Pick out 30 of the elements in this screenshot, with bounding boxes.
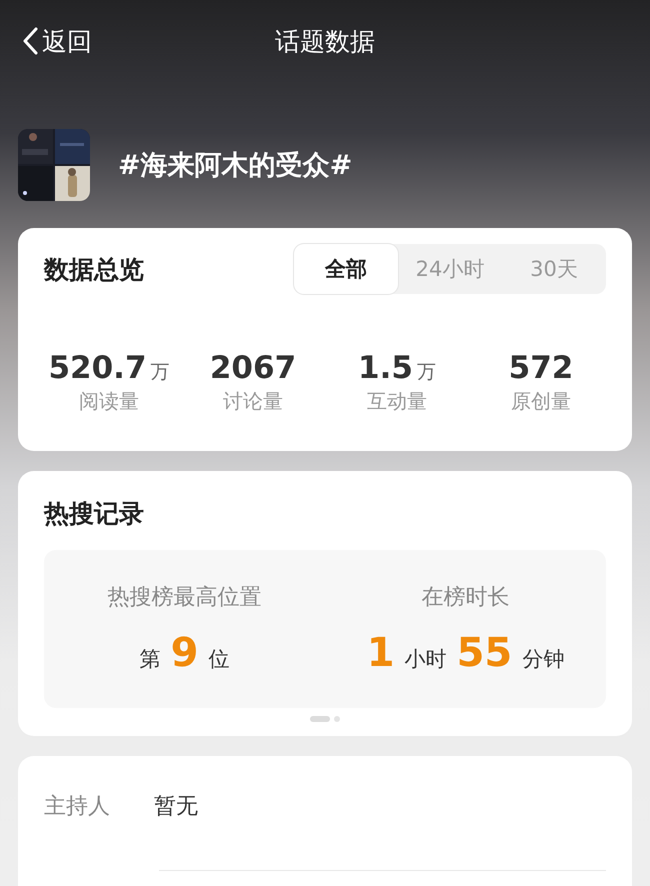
metric-number: 55 [456, 630, 512, 676]
page-indicator[interactable] [310, 716, 330, 722]
metric-number: 9 [170, 630, 198, 676]
back-button[interactable]: 返回 [18, 24, 92, 58]
section-title: 热搜记录 [44, 498, 145, 530]
stat-label: 讨论量 [223, 388, 283, 415]
stat-label: 阅读量 [79, 388, 139, 415]
stat-value: 572 [508, 350, 574, 386]
time-range-tab[interactable]: 全部 [294, 244, 398, 294]
metric-label: 在榜时长 [422, 584, 510, 612]
stat-unit: 万 [150, 360, 170, 385]
metric-unit: 第 [140, 646, 161, 673]
stat-label: 互动量 [367, 388, 427, 415]
stat-unit: 万 [416, 360, 436, 385]
stat-value: 1.5 [358, 350, 413, 386]
info-value: 暂无 [154, 793, 198, 821]
stat-value: 520.7 [48, 350, 147, 386]
stat-value: 2067 [210, 350, 296, 386]
metric-unit: 分钟 [522, 646, 564, 673]
page-title: 话题数据 [275, 26, 375, 58]
back-icon [22, 27, 38, 55]
metric-number: 1 [366, 630, 395, 676]
topic-title: #海来阿木的受众# [118, 149, 352, 183]
info-label: 主持人 [44, 793, 110, 821]
stat-label: 原创量 [511, 388, 571, 415]
page-indicator[interactable] [334, 716, 340, 722]
metric-unit: 小时 [404, 646, 447, 673]
section-title: 数据总览 [44, 254, 144, 286]
metric-unit: 位 [208, 646, 230, 673]
metric-label: 热搜榜最高位置 [108, 584, 262, 612]
